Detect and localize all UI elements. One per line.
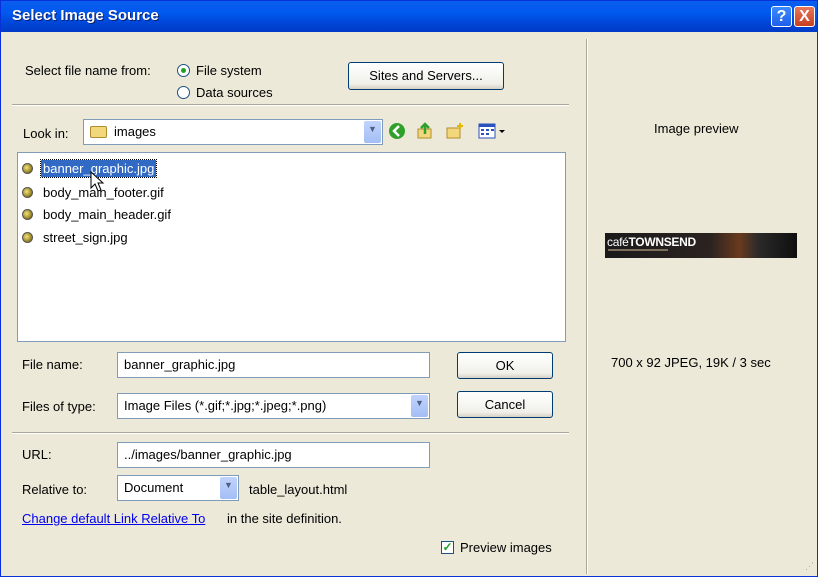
file-name: street_sign.jpg <box>43 230 128 245</box>
file-list[interactable]: banner_graphic.jpg body_main_footer.gif … <box>17 152 566 342</box>
help-button[interactable]: ? <box>771 6 792 27</box>
url-input[interactable]: ../images/banner_graphic.jpg <box>117 442 430 468</box>
preview-images-checkbox[interactable]: ✓ <box>441 541 454 554</box>
dialog-title: Select Image Source <box>12 7 159 24</box>
back-icon[interactable] <box>388 122 406 140</box>
file-system-radio[interactable] <box>177 64 190 77</box>
image-preview-title: Image preview <box>654 121 739 136</box>
look-in-value: images <box>114 124 156 139</box>
select-image-source-dialog: Select Image Source ? X Select file name… <box>0 0 818 577</box>
divider <box>12 432 569 434</box>
vertical-divider <box>586 39 588 574</box>
files-of-type-dropdown[interactable]: Image Files (*.gif;*.jpg;*.jpeg;*.png) ▼ <box>117 393 430 419</box>
close-button[interactable]: X <box>794 6 815 27</box>
relative-to-dropdown[interactable]: Document ▼ <box>117 475 239 501</box>
file-name-value: banner_graphic.jpg <box>124 357 236 372</box>
cancel-button[interactable]: Cancel <box>457 391 553 418</box>
sites-and-servers-button[interactable]: Sites and Servers... <box>348 62 504 90</box>
file-name: body_main_header.gif <box>43 207 171 222</box>
relative-to-label: Relative to: <box>22 482 88 497</box>
change-default-link[interactable]: Change default Link Relative To <box>22 511 205 526</box>
image-file-icon <box>22 232 33 243</box>
view-menu-icon[interactable] <box>478 122 510 140</box>
look-in-dropdown[interactable]: images ▼ <box>83 119 383 145</box>
chevron-down-icon[interactable]: ▼ <box>411 395 428 417</box>
data-sources-radio-label[interactable]: Data sources <box>196 85 273 100</box>
chevron-down-icon[interactable]: ▼ <box>220 477 237 499</box>
file-name-input[interactable]: banner_graphic.jpg <box>117 352 430 378</box>
folder-icon <box>90 126 107 138</box>
chevron-down-icon[interactable]: ▼ <box>364 121 381 143</box>
url-value: ../images/banner_graphic.jpg <box>124 447 292 462</box>
resize-grip-icon[interactable]: ⋰ <box>805 562 815 574</box>
new-folder-icon[interactable] <box>446 122 464 140</box>
files-of-type-label: Files of type: <box>22 399 96 414</box>
preview-brand-text: caféTOWNSEND <box>607 235 696 249</box>
preview-images-label[interactable]: Preview images <box>460 540 552 555</box>
image-file-icon <box>22 209 33 220</box>
file-name-label: File name: <box>22 357 83 372</box>
up-folder-icon[interactable] <box>416 122 434 140</box>
data-sources-radio[interactable] <box>177 86 190 99</box>
url-label: URL: <box>22 447 52 462</box>
file-system-radio-label[interactable]: File system <box>196 63 262 78</box>
image-file-icon <box>22 187 33 198</box>
divider <box>12 104 569 106</box>
image-file-icon <box>22 163 33 174</box>
image-info: 700 x 92 JPEG, 19K / 3 sec <box>611 355 771 370</box>
source-label: Select file name from: <box>25 63 151 78</box>
link-suffix-text: in the site definition. <box>227 511 342 526</box>
ok-button[interactable]: OK <box>457 352 553 379</box>
relative-to-value: Document <box>124 480 184 495</box>
image-preview: caféTOWNSEND <box>605 233 797 258</box>
mouse-cursor-icon <box>90 171 105 192</box>
title-bar[interactable]: Select Image Source ? X <box>1 1 817 32</box>
files-of-type-value: Image Files (*.gif;*.jpg;*.jpeg;*.png) <box>124 398 327 413</box>
look-in-label: Look in: <box>23 126 69 141</box>
relative-file-name: table_layout.html <box>249 482 348 497</box>
